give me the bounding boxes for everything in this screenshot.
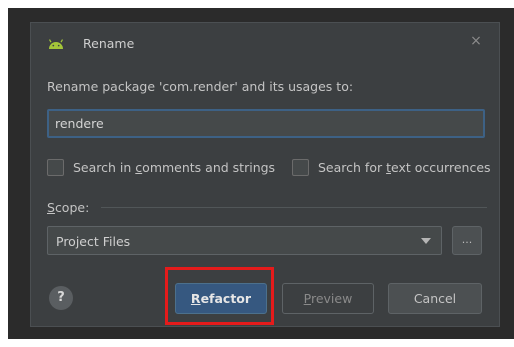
- chevron-down-icon[interactable]: [421, 238, 431, 244]
- cancel-button[interactable]: Cancel: [388, 283, 482, 314]
- refactor-highlight-box: [165, 267, 274, 325]
- scope-browse-button[interactable]: ...: [452, 226, 482, 255]
- scope-label: Scope:: [47, 200, 90, 215]
- search-comments-option[interactable]: Search in comments and strings: [47, 158, 275, 176]
- scope-selected-value: Project Files: [56, 234, 131, 249]
- search-comments-label[interactable]: Search in comments and strings: [73, 160, 275, 175]
- rename-prompt: Rename package 'com.render' and its usag…: [47, 79, 354, 94]
- android-icon: [48, 39, 64, 49]
- search-text-checkbox[interactable]: [292, 158, 309, 176]
- help-button[interactable]: ?: [49, 286, 73, 310]
- search-comments-checkbox[interactable]: [47, 158, 64, 176]
- search-text-label[interactable]: Search for text occurrences: [318, 160, 491, 175]
- search-text-option[interactable]: Search for text occurrences: [292, 158, 491, 176]
- dialog-title: Rename: [83, 36, 135, 51]
- scope-dropdown[interactable]: Project Files: [47, 226, 442, 255]
- close-icon[interactable]: ×: [467, 32, 485, 50]
- scope-separator: [101, 207, 487, 208]
- dialog-titlebar: Rename ×: [31, 23, 499, 59]
- new-name-input[interactable]: [47, 109, 485, 138]
- preview-button[interactable]: Preview: [282, 283, 374, 314]
